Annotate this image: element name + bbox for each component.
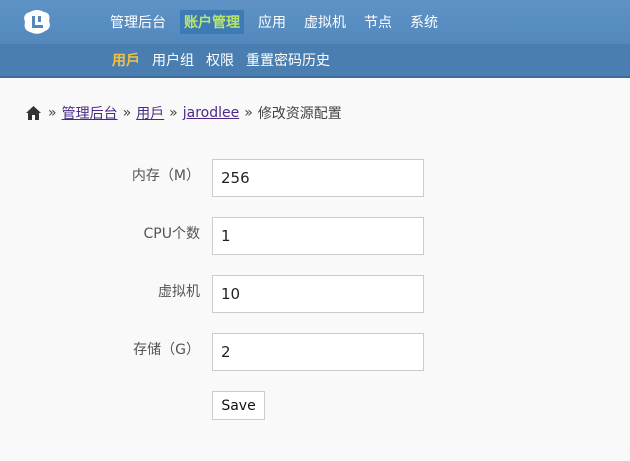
sub-nav-item-users[interactable]: 用戶 — [112, 50, 140, 70]
breadcrumb-link-users[interactable]: 用戶 — [136, 103, 164, 123]
storage-input[interactable] — [212, 333, 424, 371]
breadcrumb-separator: » — [122, 105, 132, 121]
memory-label: 内存（M） — [131, 168, 200, 184]
memory-row: 内存（M） — [0, 159, 630, 197]
breadcrumb: » 管理后台 » 用戶 » jarodlee » 修改资源配置 — [26, 103, 342, 123]
sub-nav-item-password-history[interactable]: 重置密码历史 — [246, 50, 330, 70]
storage-row: 存储（G） — [0, 333, 630, 371]
vm-row: 虚拟机 — [0, 275, 630, 313]
save-button[interactable]: Save — [212, 391, 265, 420]
storage-label: 存储（G） — [133, 342, 200, 358]
home-icon[interactable] — [26, 106, 41, 120]
cpu-label: CPU个数 — [143, 226, 200, 242]
top-navbar: 管理后台 账户管理 应用 虚拟机 节点 系统 — [0, 0, 630, 44]
breadcrumb-separator: » — [169, 105, 178, 121]
breadcrumb-current: 修改资源配置 — [257, 106, 342, 122]
vm-label: 虚拟机 — [158, 284, 200, 300]
main-nav-item-admin[interactable]: 管理后台 — [110, 12, 166, 32]
sub-nav-item-groups[interactable]: 用户组 — [152, 50, 194, 70]
main-nav-item-accounts[interactable]: 账户管理 — [180, 10, 244, 34]
breadcrumb-link-user[interactable]: jarodlee — [183, 105, 240, 121]
main-nav-item-nodes[interactable]: 节点 — [364, 12, 392, 32]
cloud-logo-icon[interactable] — [22, 8, 52, 36]
cpu-row: CPU个数 — [0, 217, 630, 255]
vm-input[interactable] — [212, 275, 424, 313]
main-nav: 管理后台 账户管理 应用 虚拟机 节点 系统 — [110, 0, 456, 44]
breadcrumb-separator: » — [48, 105, 57, 121]
sub-nav: 用戶 用户组 权限 重置密码历史 — [112, 44, 342, 76]
main-nav-item-system[interactable]: 系统 — [410, 12, 438, 32]
sub-nav-item-permissions[interactable]: 权限 — [206, 50, 234, 70]
breadcrumb-link-admin[interactable]: 管理后台 — [62, 103, 118, 123]
memory-input[interactable] — [212, 159, 424, 197]
main-nav-item-vms[interactable]: 虚拟机 — [304, 12, 346, 32]
sub-navbar: 用戶 用户组 权限 重置密码历史 — [0, 44, 630, 78]
cpu-input[interactable] — [212, 217, 424, 255]
breadcrumb-separator: » — [244, 105, 253, 121]
main-nav-item-apps[interactable]: 应用 — [258, 12, 286, 32]
